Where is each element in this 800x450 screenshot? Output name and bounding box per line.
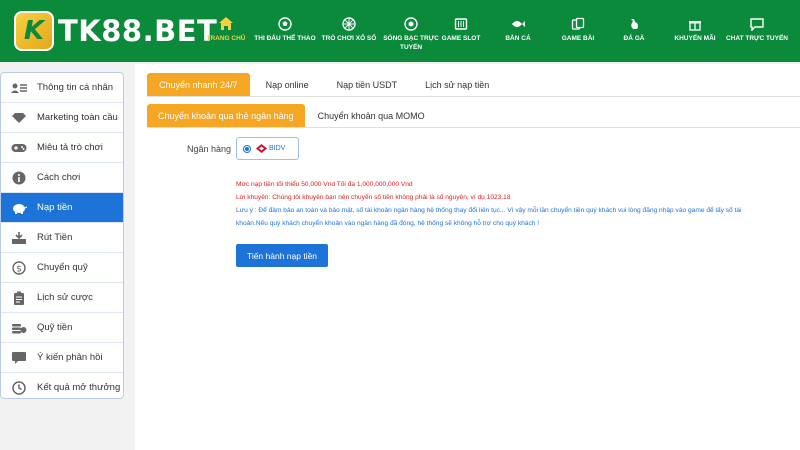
coins-icon (10, 320, 28, 336)
svg-text:$: $ (16, 264, 22, 274)
tab-deposit-history[interactable]: Lịch sử nạp tiền (413, 73, 501, 97)
bank-name: BIDV (269, 145, 286, 152)
deposit-panel: Chuyển nhanh 24/7 Nạp online Nạp tiền US… (135, 64, 800, 450)
sidebar-item-funds[interactable]: Quỹ tiền (1, 313, 123, 343)
nav-item-promotion[interactable]: KHUYẾN MÃI (672, 0, 718, 62)
transfer-type-tabs: Chuyển khoản qua thẻ ngân hàng Chuyển kh… (147, 104, 438, 128)
diamond-icon (10, 110, 28, 126)
rooster-icon (626, 16, 642, 31)
bank-label: Ngân hàng (187, 144, 232, 154)
sidebar-item-feedback[interactable]: Ý kiến phản hồi (1, 343, 123, 373)
nav-item-casino[interactable]: SÒNG BẠC TRỰC TUYẾN (382, 0, 440, 62)
tab-momo-transfer[interactable]: Chuyển khoản qua MOMO (307, 104, 436, 128)
sidebar-item-withdraw[interactable]: Rút Tiền (1, 223, 123, 253)
sidebar-item-game-description[interactable]: Miêu tả trò chơi (1, 133, 123, 163)
clipboard-icon (10, 290, 28, 306)
feedback-icon (10, 350, 28, 366)
transfer-coin-icon: $ (10, 260, 28, 276)
history-icon (10, 380, 28, 396)
nav-item-home[interactable]: TRANG CHỦ (200, 0, 252, 62)
sidebar-item-deposit[interactable]: Nạp tiền (1, 193, 123, 223)
nav-item-cockfight[interactable]: ĐÁ GÀ (618, 0, 650, 62)
site-logo[interactable]: K TK88.BET (14, 10, 217, 52)
gift-icon (687, 16, 703, 31)
tab-bank-card-transfer[interactable]: Chuyển khoản qua thẻ ngân hàng (147, 104, 305, 128)
nav-item-fishing[interactable]: BẮN CÁ (498, 0, 538, 62)
lottery-icon (341, 16, 357, 31)
nav-item-live-chat[interactable]: CHAT TRỰC TUYẾN (726, 0, 788, 62)
nav-item-cards[interactable]: GAME BÀI (558, 0, 598, 62)
nav-item-sports[interactable]: THI ĐẤU THỂ THAO (254, 0, 316, 62)
home-icon (218, 16, 234, 31)
note-advice: Lời khuyên: Chúng tôi khuyên bạn nên chu… (236, 194, 511, 201)
note-min-max: Mức nạp tiền tối thiểu 50,000 Vnd Tối đa… (236, 181, 413, 188)
user-card-icon (10, 80, 28, 96)
tab-fast-transfer[interactable]: Chuyển nhanh 24/7 (147, 73, 250, 97)
nav-item-slot[interactable]: GAME SLOT (440, 0, 482, 62)
casino-chip-icon (403, 16, 419, 31)
sidebar-item-bet-history[interactable]: Lịch sử cược (1, 283, 123, 313)
tabs-divider (147, 96, 800, 97)
soccer-ball-icon (277, 16, 293, 31)
radio-selected[interactable] (243, 144, 251, 153)
tab-online-deposit[interactable]: Nạp online (254, 73, 321, 97)
logo-mark: K (14, 11, 54, 51)
piggy-bank-icon (10, 200, 28, 216)
chat-icon (749, 16, 765, 31)
tab-usdt-deposit[interactable]: Nạp tiền USDT (325, 73, 410, 97)
logo-text: TK88.BET (58, 14, 218, 48)
sidebar-item-how-to-play[interactable]: Cách chơi (1, 163, 123, 193)
cards-icon (570, 16, 586, 31)
subtabs-divider (147, 127, 800, 128)
gamepad-icon (10, 140, 28, 156)
submit-deposit-button[interactable]: Tiến hành nạp tiền (236, 244, 328, 267)
sidebar-item-profile[interactable]: Thông tin cá nhân (1, 73, 123, 103)
bank-option-bidv[interactable]: BIDV (236, 137, 299, 160)
deposit-notes: Mức nạp tiền tối thiểu 50,000 Vnd Tối đa… (236, 178, 766, 230)
sidebar-item-results[interactable]: Kết quả mở thưởng (1, 373, 123, 398)
sidebar-item-marketing[interactable]: Marketing toàn cầu (1, 103, 123, 133)
note-warning: Lưu ý : Để đảm bảo an toàn và bảo mật, s… (236, 207, 742, 227)
sidebar-item-transfer[interactable]: $ Chuyển quỹ (1, 253, 123, 283)
slot-machine-icon (453, 16, 469, 31)
info-icon (10, 170, 28, 186)
fish-icon (510, 16, 526, 31)
nav-item-lottery[interactable]: TRÒ CHƠI XỔ SỐ (318, 0, 380, 62)
account-sidebar: Thông tin cá nhân Marketing toàn cầu Miê… (0, 72, 124, 399)
top-header: K TK88.BET TRANG CHỦ THI ĐẤU THỂ THAO TR… (0, 0, 800, 62)
deposit-method-tabs: Chuyển nhanh 24/7 Nạp online Nạp tiền US… (147, 73, 505, 97)
withdraw-icon (10, 230, 28, 246)
bidv-logo-icon (256, 140, 267, 158)
